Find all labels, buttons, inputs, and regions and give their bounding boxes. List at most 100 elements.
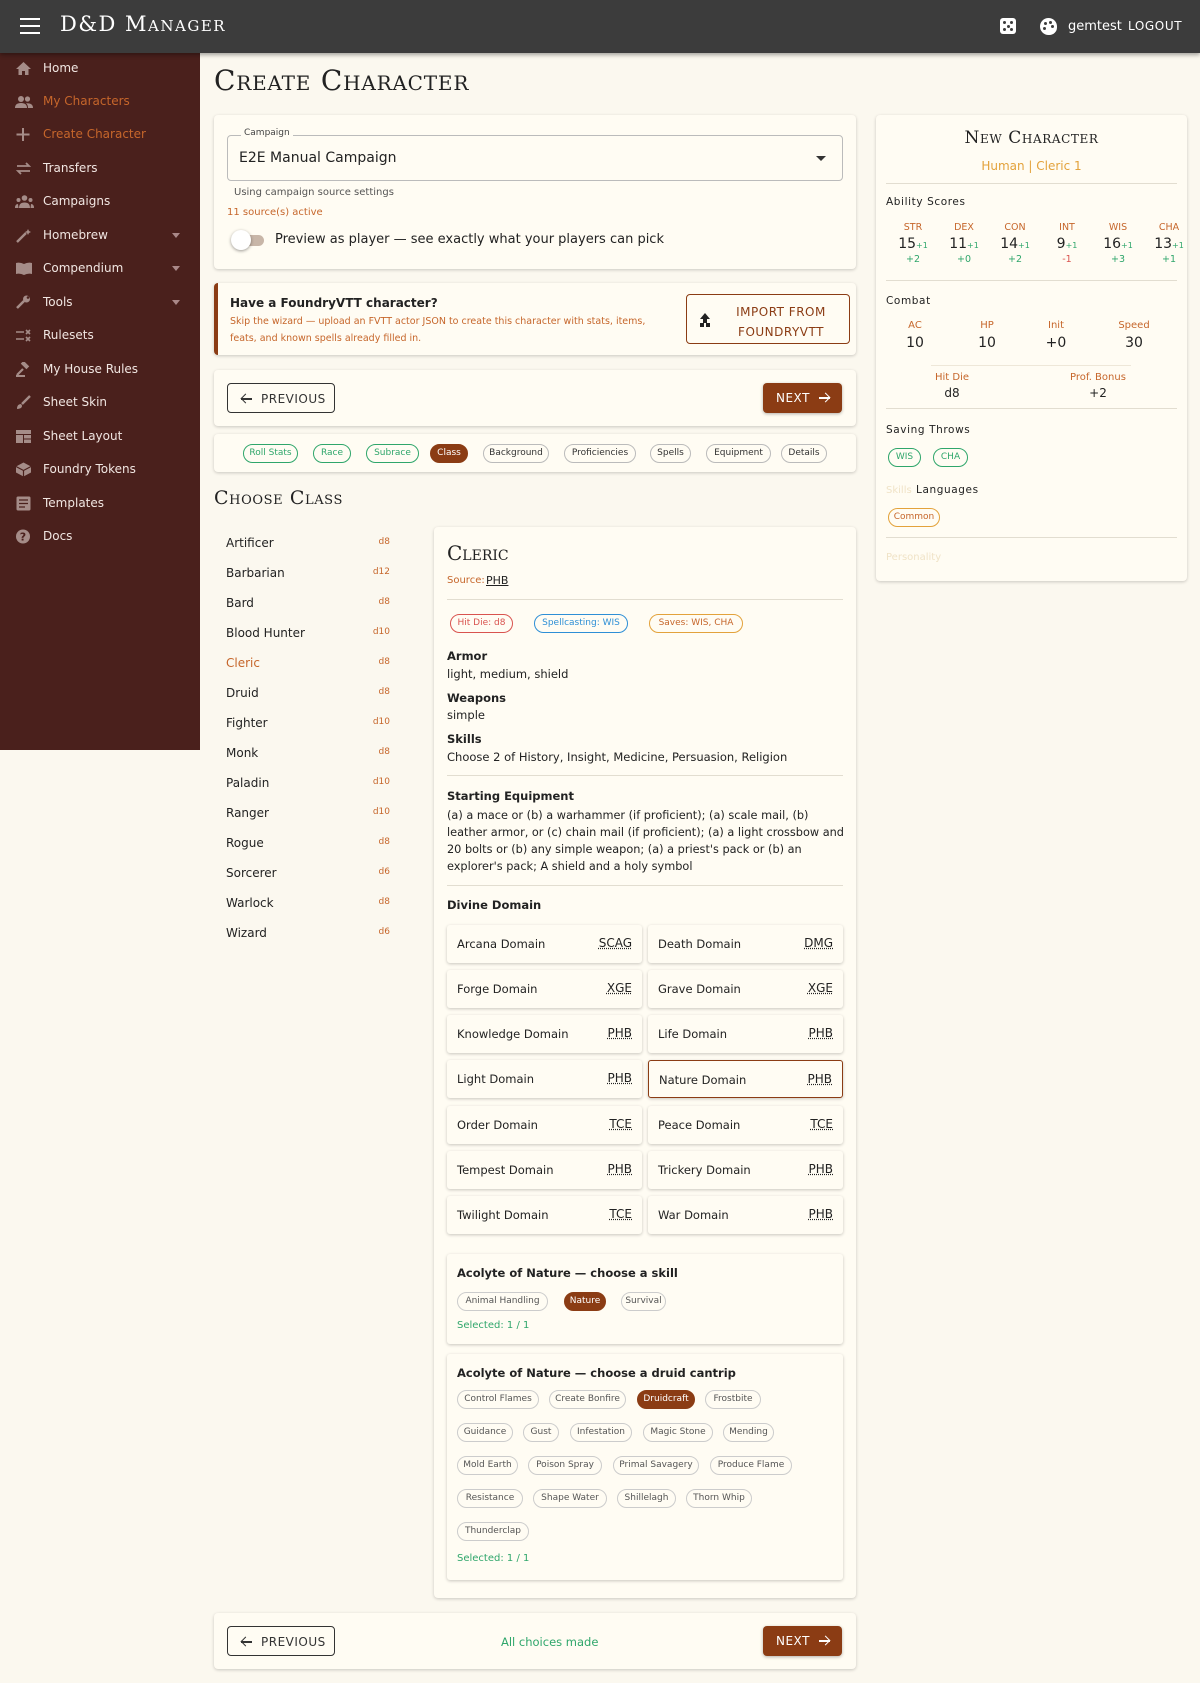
sidebar-item-docs[interactable]: ? Docs [0,522,200,552]
domain-war[interactable]: War Domain PHB [648,1196,843,1234]
cantrip-frostbite[interactable]: Frostbite [705,1390,761,1409]
cantrip-shillelagh[interactable]: Shillelagh [617,1489,676,1508]
help-icon: ? [15,529,32,544]
wizard-steps: Roll Stats Race Subrace Class Background… [214,434,856,472]
next-button[interactable]: NEXT [763,383,842,413]
cantrip-shape-water[interactable]: Shape Water [533,1489,607,1508]
domain-light[interactable]: Light Domain PHB [447,1060,642,1098]
cantrip-guidance[interactable]: Guidance [457,1423,513,1442]
class-item-sorcerer[interactable]: Sorcerer d6 [214,857,404,887]
cantrip-mold-earth[interactable]: Mold Earth [457,1456,518,1475]
hit-die-badge: Hit Die: d8 [450,614,513,633]
class-item-warlock[interactable]: Warlock d8 [214,887,404,917]
campaign-select[interactable]: Campaign E2E Manual Campaign [227,128,843,181]
cantrip-control-flames[interactable]: Control Flames [457,1390,539,1409]
cantrip-mending[interactable]: Mending [723,1423,774,1442]
domain-arcana[interactable]: Arcana Domain SCAG [447,925,642,963]
previous-button[interactable]: PREVIOUS [227,1626,335,1656]
step-details[interactable]: Details [781,444,827,463]
sidebar-item-create-character[interactable]: Create Character [0,120,200,150]
cantrip-druidcraft[interactable]: Druidcraft [637,1390,695,1409]
domain-tempest[interactable]: Tempest Domain PHB [447,1151,642,1189]
sidebar-item-campaigns[interactable]: Campaigns [0,187,200,217]
class-item-druid[interactable]: Druid d8 [214,677,404,707]
dice-icon[interactable] [1000,18,1016,34]
domain-life[interactable]: Life Domain PHB [648,1015,843,1053]
cantrip-thorn-whip[interactable]: Thorn Whip [686,1489,752,1508]
class-item-wizard[interactable]: Wizard d6 [214,917,404,947]
step-background[interactable]: Background [483,444,549,463]
cantrip-infestation[interactable]: Infestation [570,1423,632,1442]
dropdown-arrow-icon[interactable] [816,156,826,161]
class-item-bard[interactable]: Bard d8 [214,587,404,617]
step-equipment[interactable]: Equipment [706,444,771,463]
class-item-rogue[interactable]: Rogue d8 [214,827,404,857]
sidebar-item-compendium[interactable]: Compendium [0,254,200,284]
sidebar-item-rulesets[interactable]: Rulesets [0,321,200,351]
domain-nature[interactable]: Nature Domain PHB [648,1060,843,1098]
sidebar-item-foundry-tokens[interactable]: Foundry Tokens [0,455,200,485]
cantrip-thunderclap[interactable]: Thunderclap [457,1522,529,1541]
class-item-fighter[interactable]: Fighter d10 [214,707,404,737]
combat-speed: Speed 30 [1118,320,1150,351]
class-item-cleric[interactable]: Cleric d8 [214,647,404,677]
source-value[interactable]: PHB [486,574,508,587]
prof-bonus-summary: Prof. Bonus +2 [1070,372,1126,400]
language-common: Common [888,508,940,527]
preview-toggle[interactable] [231,230,251,250]
palette-icon[interactable] [1040,18,1057,35]
token-icon [15,462,32,477]
logout-button[interactable]: LOGOUT [1128,19,1182,33]
domain-order[interactable]: Order Domain TCE [447,1106,642,1144]
class-item-blood-hunter[interactable]: Blood Hunter d10 [214,617,404,647]
step-roll-stats[interactable]: Roll Stats [243,444,298,463]
sidebar-item-sheet-layout[interactable]: Sheet Layout [0,422,200,452]
domain-grave[interactable]: Grave Domain XGE [648,970,843,1008]
gavel-icon [15,360,32,377]
sidebar-item-my-characters[interactable]: My Characters [0,87,200,117]
import-foundry-button[interactable]: IMPORT FROM FOUNDRYVTT [686,294,850,344]
menu-icon[interactable] [20,18,40,34]
sidebar-item-home[interactable]: Home [0,54,200,84]
sidebar-item-sheet-skin[interactable]: Sheet Skin [0,388,200,418]
groups-icon [15,194,34,209]
cantrip-magic-stone[interactable]: Magic Stone [643,1423,713,1442]
choose-class-title: Choose Class [214,487,343,509]
sidebar-item-tools[interactable]: Tools [0,288,200,318]
domain-twilight[interactable]: Twilight Domain TCE [447,1196,642,1234]
class-item-barbarian[interactable]: Barbarian d12 [214,557,404,587]
class-item-ranger[interactable]: Ranger d10 [214,797,404,827]
cantrip-resistance[interactable]: Resistance [457,1489,523,1508]
step-proficiencies[interactable]: Proficiencies [564,444,636,463]
previous-button[interactable]: PREVIOUS [227,383,335,413]
sidebar-item-homebrew[interactable]: Homebrew [0,221,200,251]
cantrip-create-bonfire[interactable]: Create Bonfire [549,1390,626,1409]
class-item-paladin[interactable]: Paladin d10 [214,767,404,797]
save-wis: WIS [888,448,921,467]
cantrip-produce-flame[interactable]: Produce Flame [710,1456,792,1475]
domain-trickery[interactable]: Trickery Domain PHB [648,1151,843,1189]
domain-forge[interactable]: Forge Domain XGE [447,970,642,1008]
skill-option-animal-handling[interactable]: Animal Handling [457,1292,548,1311]
sidebar-item-my-house-rules[interactable]: My House Rules [0,355,200,385]
app-title[interactable]: D&D Manager [60,12,226,36]
step-class[interactable]: Class [430,444,468,463]
cantrip-poison-spray[interactable]: Poison Spray [528,1456,602,1475]
skill-choice-title: Acolyte of Nature — choose a skill [457,1266,678,1280]
skill-option-nature[interactable]: Nature [564,1292,606,1311]
step-race[interactable]: Race [313,444,351,463]
next-button[interactable]: NEXT [763,1626,842,1656]
cantrip-gust[interactable]: Gust [523,1423,559,1442]
skill-option-survival[interactable]: Survival [621,1292,666,1311]
class-item-monk[interactable]: Monk d8 [214,737,404,767]
domain-knowledge[interactable]: Knowledge Domain PHB [447,1015,642,1053]
campaign-select-value: E2E Manual Campaign [239,150,397,166]
step-subrace[interactable]: Subrace [366,444,419,463]
sidebar-item-templates[interactable]: Templates [0,489,200,519]
domain-death[interactable]: Death Domain DMG [648,925,843,963]
class-item-artificer[interactable]: Artificer d8 [214,527,404,557]
cantrip-primal-savagery[interactable]: Primal Savagery [613,1456,699,1475]
domain-peace[interactable]: Peace Domain TCE [648,1106,843,1144]
step-spells[interactable]: Spells [650,444,691,463]
sidebar-item-transfers[interactable]: Transfers [0,154,200,184]
